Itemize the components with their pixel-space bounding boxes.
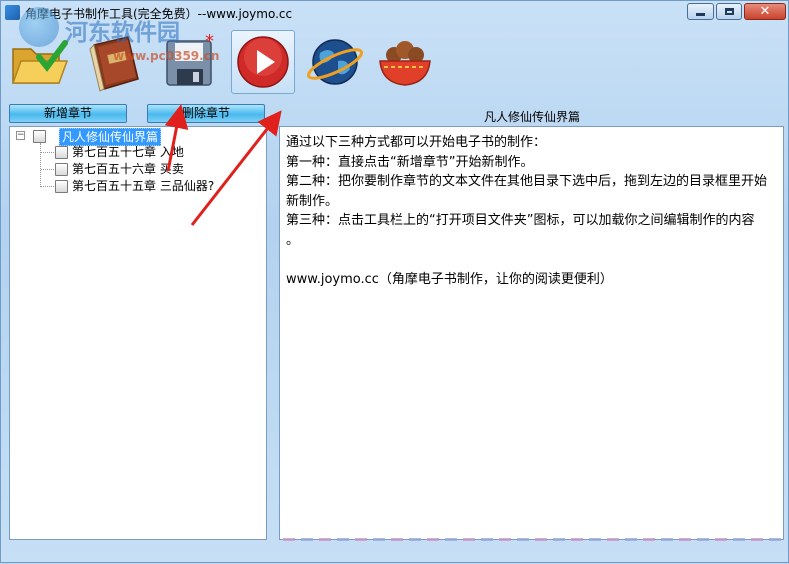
bottom-dashed-border [283,538,781,541]
generate-ebook-button[interactable] [231,30,295,94]
food-bowl-icon [379,41,431,86]
play-icon [237,36,289,88]
tree-item-label[interactable]: 第七百五十五章 三品仙器? [72,178,214,195]
tree-item-label[interactable]: 第七百五十七章 入地 [72,144,184,161]
content-line: www.joymo.cc（角摩电子书制作，让你的阅读更便利） [286,271,613,287]
close-icon: ✕ [759,4,771,19]
globe-icon [307,39,363,85]
content-line: 第二种：把你要制作章节的文本文件在其他目录下选中后，拖到左边的目录框里开始 [286,174,768,189]
tree-branch-line [41,152,54,153]
content-line: 第三种：点击工具栏上的“打开项目文件夹”图标，可以加载你之间编辑制作的内容 [286,213,755,228]
chapter-tree[interactable]: − 凡人修仙传仙界篇 第七百五十七章 入地 第七百五十六章 买卖 第七百五十五章… [9,126,267,540]
chapter-node-icon [55,180,68,193]
minimize-button[interactable] [687,3,714,20]
content-line [286,250,777,270]
collapse-icon[interactable]: − [16,131,25,140]
maximize-icon [724,8,734,15]
content-line: 。 [286,232,300,248]
tree-branch-line [41,169,54,170]
watermark-url: www.pc0359.cn [113,49,220,63]
add-chapter-button[interactable]: 新增章节 [9,104,127,123]
book-node-icon [33,130,46,143]
content-line: 通过以下三种方式都可以开始电子书的制作： [286,135,547,150]
app-icon [5,5,20,20]
watermark-site-name: 河东软件园 [65,19,180,46]
content-editor[interactable]: 通过以下三种方式都可以开始电子书的制作： 第一种：直接点击“新增章节”开始新制作… [279,126,784,540]
content-line: 新制作。 [286,193,339,209]
donate-button[interactable] [374,31,436,93]
website-button[interactable] [304,31,366,93]
document-title: 凡人修仙传仙界篇 [483,110,580,124]
chapter-node-icon [55,146,68,159]
tree-branch-line [41,186,54,187]
chapter-node-icon [55,163,68,176]
content-line: 第一种：直接点击“新增章节”开始新制作。 [286,154,534,170]
watermark-logo [19,7,59,47]
maximize-button[interactable] [716,3,742,20]
delete-chapter-button[interactable]: 删除章节 [147,104,265,123]
close-button[interactable]: ✕ [744,3,786,20]
app-window: 角摩电子书制作工具(完全免费）--www.joymo.cc ✕ * 河东软件园 … [0,0,789,563]
tree-item-label[interactable]: 第七百五十六章 买卖 [72,161,184,178]
minimize-icon [696,13,705,16]
tree-connector [40,143,55,187]
